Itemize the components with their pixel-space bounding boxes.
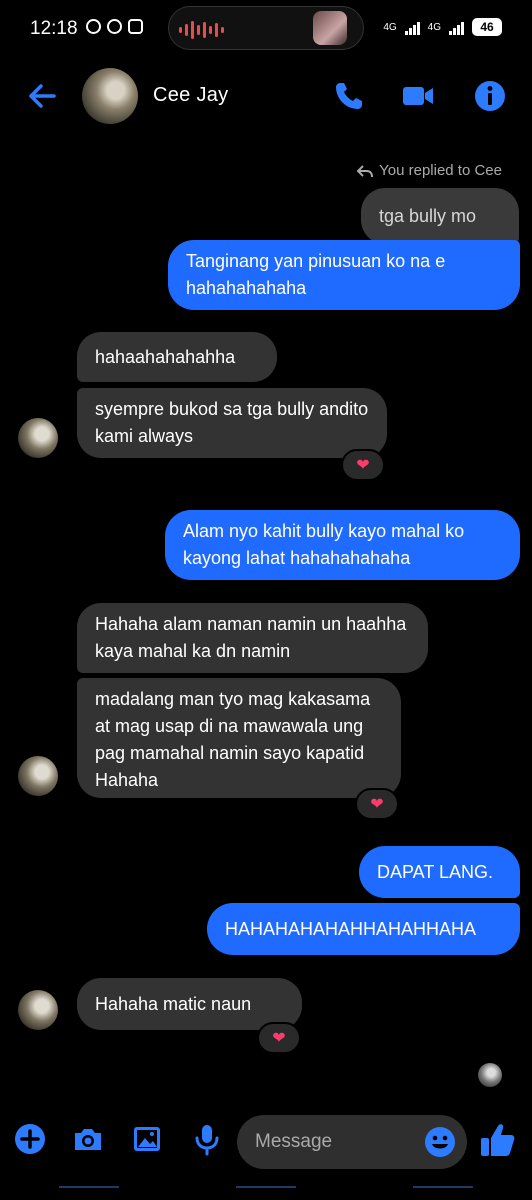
heart-reaction-icon[interactable]: ❤	[355, 788, 399, 820]
info-icon[interactable]	[472, 78, 508, 114]
heart-reaction-icon[interactable]: ❤	[341, 449, 385, 481]
audio-wave-icon	[179, 21, 224, 39]
quoted-text: tga bully mo	[379, 205, 477, 226]
message-bubble-incoming[interactable]: Hahaha alam naman namin un haahha kaya m…	[77, 603, 428, 673]
network-label-2: 4G	[427, 21, 441, 33]
reaction-emoji: ❤	[356, 457, 370, 474]
message-text: DAPAT LANG.	[377, 861, 494, 882]
arrow-left-icon[interactable]	[24, 78, 60, 114]
reply-label: You replied to Cee	[379, 162, 502, 179]
emoji-icon[interactable]	[423, 1125, 457, 1159]
alarm-icon	[107, 19, 122, 34]
message-composer	[0, 1108, 532, 1174]
contact-avatar[interactable]	[82, 68, 138, 124]
message-bubble-outgoing[interactable]: Tanginang yan pinusuan ko na e hahahahah…	[168, 240, 520, 310]
sender-avatar[interactable]	[18, 990, 58, 1030]
system-nav-bar	[0, 1186, 532, 1200]
message-bubble-outgoing[interactable]: DAPAT LANG.	[359, 846, 520, 898]
nav-indicator	[413, 1186, 474, 1200]
message-text: Alam nyo kahit bully kayo mahal ko kayon…	[183, 521, 465, 568]
message-text: madalang man tyo mag kakasama at mag usa…	[95, 689, 371, 790]
message-text: HAHAHAHAHAHHAHAHHAHA	[225, 918, 477, 939]
instagram-icon	[128, 19, 143, 34]
message-text: Hahaha alam naman namin un haahha kaya m…	[95, 614, 407, 661]
signal-icon	[449, 19, 464, 35]
quoted-message[interactable]: tga bully mo	[361, 188, 519, 244]
reply-icon	[357, 164, 374, 177]
message-text: syempre bukod sa tga bully andito kami a…	[95, 399, 369, 446]
status-right: 4G 4G 46	[383, 18, 502, 36]
media-thumbnail	[313, 11, 347, 45]
messenger-icon	[86, 19, 101, 34]
reply-indicator: You replied to Cee	[357, 162, 502, 179]
phone-icon[interactable]	[331, 78, 367, 114]
message-text: Hahaha matic naun	[95, 993, 252, 1014]
nav-indicator	[235, 1186, 296, 1200]
battery-indicator: 46	[472, 18, 502, 36]
status-bar: 12:18 4G 4G 46	[0, 0, 532, 58]
image-icon[interactable]	[130, 1122, 164, 1156]
reaction-emoji: ❤	[272, 1030, 286, 1047]
nav-indicator	[58, 1186, 119, 1200]
message-bubble-incoming[interactable]: syempre bukod sa tga bully andito kami a…	[77, 388, 387, 458]
message-bubble-outgoing[interactable]: HAHAHAHAHAHHAHAHHAHA	[207, 903, 520, 955]
network-label-1: 4G	[383, 21, 397, 33]
seen-avatar	[478, 1063, 502, 1087]
camera-icon[interactable]	[71, 1122, 105, 1156]
sender-avatar[interactable]	[18, 418, 58, 458]
message-text: hahaahahahahha	[95, 346, 236, 367]
status-time: 12:18	[30, 18, 78, 39]
message-bubble-incoming[interactable]: madalang man tyo mag kakasama at mag usa…	[77, 678, 401, 798]
microphone-icon[interactable]	[190, 1122, 224, 1156]
plus-icon[interactable]	[13, 1122, 47, 1156]
sender-avatar[interactable]	[18, 756, 58, 796]
message-bubble-incoming[interactable]: hahaahahahahha	[77, 332, 277, 382]
heart-reaction-icon[interactable]: ❤	[257, 1022, 301, 1054]
message-text: Tanginang yan pinusuan ko na e hahahahah…	[186, 251, 446, 298]
thumbs-up-icon[interactable]	[478, 1120, 518, 1160]
chat-header: Cee Jay	[0, 60, 532, 132]
dynamic-island[interactable]	[168, 6, 364, 50]
signal-icon	[404, 19, 420, 35]
message-bubble-outgoing[interactable]: Alam nyo kahit bully kayo mahal ko kayon…	[165, 510, 520, 580]
video-camera-icon[interactable]	[400, 78, 436, 114]
notification-icons	[86, 19, 143, 34]
reaction-emoji: ❤	[370, 796, 384, 813]
contact-name[interactable]: Cee Jay	[153, 84, 228, 107]
